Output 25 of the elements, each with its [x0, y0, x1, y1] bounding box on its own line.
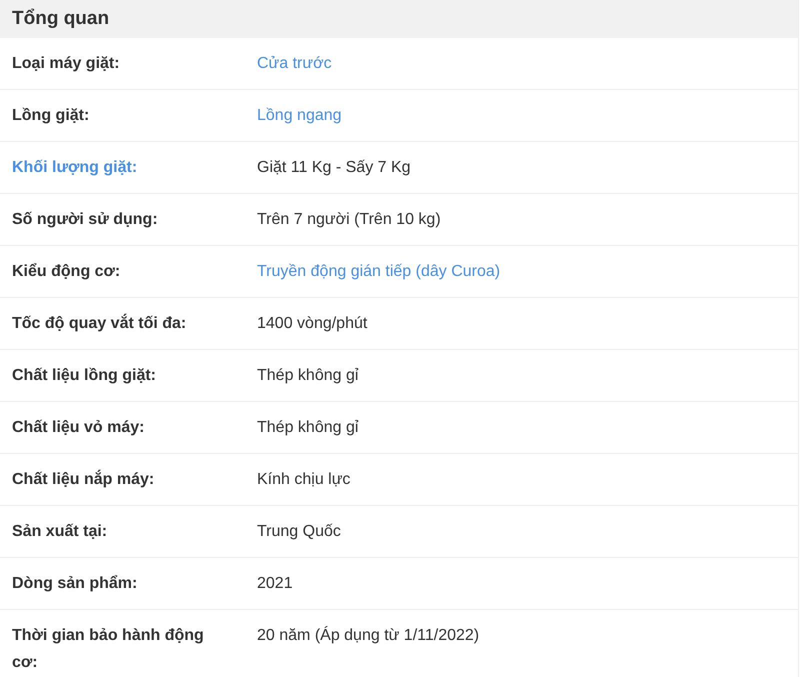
spec-value: 2021	[257, 575, 293, 592]
spec-value-link[interactable]: Cửa trước	[257, 55, 332, 72]
spec-label: Sản xuất tại:	[12, 523, 108, 540]
spec-label: Dòng sản phẩm:	[12, 575, 138, 592]
spec-value: Thép không gỉ	[257, 367, 358, 384]
spec-value-link[interactable]: Lồng ngang	[257, 107, 342, 124]
spec-value: Trên 7 người (Trên 10 kg)	[257, 211, 441, 228]
spec-label: Loại máy giặt:	[12, 55, 120, 72]
spec-value: Thép không gỉ	[257, 419, 358, 436]
spec-label-link[interactable]: Khối lượng giặt:	[12, 159, 138, 176]
spec-value: 1400 vòng/phút	[257, 315, 368, 332]
spec-label: Chất liệu vỏ máy:	[12, 419, 144, 436]
spec-label: Kiểu động cơ:	[12, 263, 120, 280]
spec-label: Chất liệu nắp máy:	[12, 471, 154, 488]
spec-value: Kính chịu lực	[257, 471, 350, 488]
spec-label: Thời gian bảo hành động cơ:	[12, 627, 204, 671]
spec-label: Lồng giặt:	[12, 107, 90, 124]
spec-label: Số người sử dụng:	[12, 211, 158, 228]
spec-value-link[interactable]: Truyền động gián tiếp (dây Curoa)	[257, 263, 500, 280]
section-title: Tổng quan	[12, 8, 110, 30]
spec-value: Trung Quốc	[257, 523, 341, 540]
spec-label: Chất liệu lồng giặt:	[12, 367, 156, 384]
spec-value: 20 năm (Áp dụng từ 1/11/2022)	[257, 627, 480, 644]
spec-label: Tốc độ quay vắt tối đa:	[12, 315, 186, 332]
spec-value: Giặt 11 Kg - Sấy 7 Kg	[257, 159, 411, 176]
